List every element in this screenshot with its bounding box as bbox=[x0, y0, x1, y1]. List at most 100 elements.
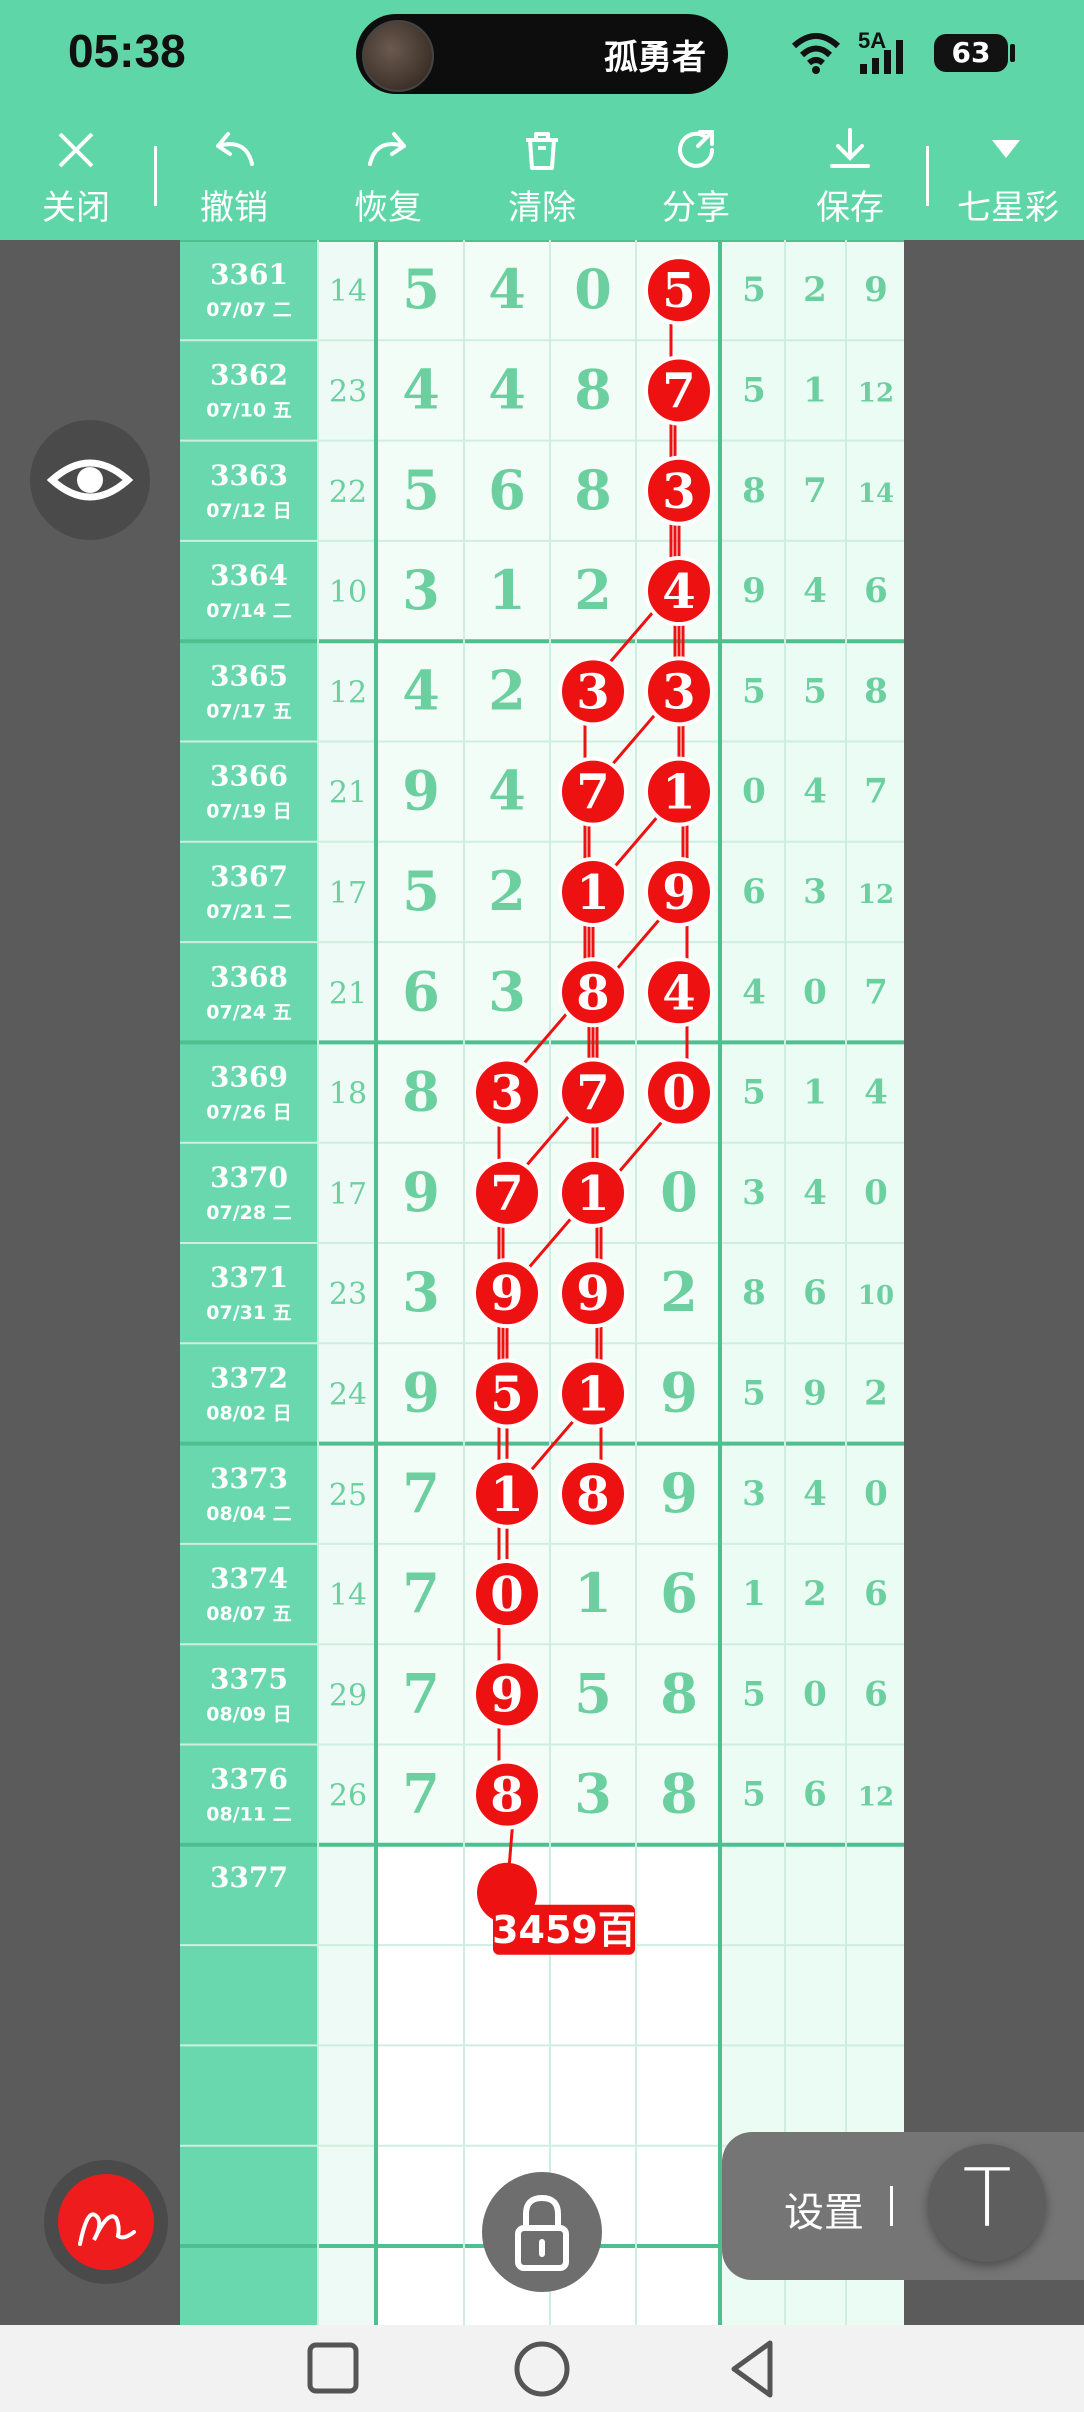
undo-button[interactable]: 撤销 bbox=[174, 110, 294, 240]
digit-cell: 1 bbox=[803, 370, 827, 410]
digit-cell: 6 bbox=[864, 1674, 888, 1714]
highlighted-digit: 0 bbox=[662, 1066, 695, 1122]
digit-cell: 7 bbox=[402, 1561, 440, 1625]
digit-cell: 4 bbox=[803, 1173, 827, 1213]
clear-button[interactable]: 清除 bbox=[482, 110, 602, 240]
issue-date: 08/09 日 bbox=[206, 1703, 291, 1725]
digit-cell: 9 bbox=[402, 1360, 440, 1424]
digit-cell: 7 bbox=[402, 1461, 440, 1525]
digit-cell: 5 bbox=[742, 1073, 766, 1113]
digit-cell: 5 bbox=[574, 1661, 612, 1725]
digit-cell: 3 bbox=[742, 1474, 766, 1514]
digit-cell: 2 bbox=[864, 1373, 888, 1413]
digit-cell: 1 bbox=[803, 1073, 827, 1113]
digit-cell: 9 bbox=[742, 571, 766, 611]
digit-cell: 4 bbox=[488, 759, 526, 823]
issue-date: 07/26 日 bbox=[206, 1102, 291, 1124]
trend-chart-grid: 336107/07 二14 5 4 0 5 5 2 9336207/10 五23 4 4 8 7 5 1 1… bbox=[180, 240, 904, 2325]
digit-cell: 5 bbox=[742, 671, 766, 711]
issue-number: 3362 bbox=[210, 358, 288, 391]
digit-cell: 3 bbox=[574, 1762, 612, 1826]
system-nav-bar bbox=[0, 2325, 1084, 2412]
digit-cell: 5 bbox=[742, 1674, 766, 1714]
redo-button[interactable]: 恢复 bbox=[328, 110, 448, 240]
highlighted-digit: 3 bbox=[662, 464, 695, 520]
trash-icon bbox=[526, 132, 558, 170]
digit-cell: 7 bbox=[402, 1762, 440, 1826]
digit-cell: 8 bbox=[742, 1273, 766, 1313]
close-icon bbox=[58, 132, 94, 168]
digit-cell: 8 bbox=[574, 458, 612, 522]
network-type: 5A bbox=[858, 28, 886, 53]
digit-cell: 2 bbox=[488, 658, 526, 722]
digit-cell: 5 bbox=[742, 1373, 766, 1413]
share-button[interactable]: 分享 bbox=[636, 110, 756, 240]
highlighted-digit: 5 bbox=[490, 1366, 523, 1422]
trend-chart[interactable]: 3361 07/07 二 14 5 4 0 5 5 2 9 3362 07/10 五 23 4 4 8 7 5 1 1… bbox=[180, 240, 904, 2325]
highlighted-digit: 7 bbox=[576, 1066, 609, 1122]
digit-cell: 9 bbox=[402, 759, 440, 823]
digit-cell: 9 bbox=[803, 1373, 827, 1413]
recents-button[interactable] bbox=[302, 2339, 362, 2399]
lock-icon bbox=[515, 2194, 569, 2271]
pen-color-swatch bbox=[58, 2174, 154, 2270]
close-button[interactable]: 关闭 bbox=[16, 110, 136, 240]
issue-date: 07/10 五 bbox=[206, 399, 291, 421]
digit-cell: 9 bbox=[402, 1160, 440, 1224]
text-tool-button[interactable]: T bbox=[928, 2144, 1046, 2262]
digit-cell: 7 bbox=[803, 471, 827, 511]
highlighted-digit: 7 bbox=[490, 1166, 523, 1222]
digit-cell: 5 bbox=[803, 671, 827, 711]
redo-icon bbox=[368, 132, 406, 166]
digit-cell: 4 bbox=[488, 357, 526, 421]
digit-cell: 9 bbox=[660, 1461, 698, 1525]
highlighted-digit: 4 bbox=[662, 564, 695, 620]
digit-cell: 6 bbox=[864, 1574, 888, 1614]
digit-cell: 4 bbox=[402, 357, 440, 421]
undo-icon bbox=[216, 132, 254, 166]
settings-button[interactable]: 设置 bbox=[784, 2180, 864, 2238]
sum-value: 23 bbox=[329, 1277, 367, 1312]
back-button[interactable] bbox=[722, 2339, 782, 2399]
pen-tool-button[interactable] bbox=[44, 2160, 168, 2284]
issue-date: 07/14 二 bbox=[206, 600, 291, 622]
sum-value: 14 bbox=[329, 274, 367, 309]
issue-number: 3368 bbox=[210, 960, 288, 993]
digit-cell: 2 bbox=[803, 1574, 827, 1614]
highlighted-digit: 4 bbox=[662, 965, 695, 1021]
digit-cell: 9 bbox=[660, 1360, 698, 1424]
sum-value: 25 bbox=[329, 1478, 367, 1513]
digit-cell: 0 bbox=[803, 1674, 827, 1714]
home-button[interactable] bbox=[512, 2339, 572, 2399]
digit-cell: 2 bbox=[803, 270, 827, 310]
digit-cell: 3 bbox=[402, 1260, 440, 1324]
digit-cell: 12 bbox=[858, 1783, 894, 1813]
status-bar: 05:38 孤勇者 5A 63 bbox=[0, 0, 1084, 110]
digit-cell: 6 bbox=[742, 872, 766, 912]
now-playing-pill[interactable]: 孤勇者 bbox=[356, 14, 728, 94]
lottery-selector[interactable]: 七星彩 bbox=[946, 110, 1070, 240]
sum-value: 22 bbox=[329, 475, 367, 510]
triangle-down-icon bbox=[992, 140, 1020, 158]
battery-indicator: 63 bbox=[934, 34, 1008, 72]
digit-cell: 1 bbox=[488, 558, 526, 622]
visibility-toggle-button[interactable] bbox=[30, 420, 150, 540]
issue-number: 3364 bbox=[210, 559, 288, 592]
highlighted-digit: 3 bbox=[576, 664, 609, 720]
sum-value: 17 bbox=[329, 1177, 367, 1212]
drawing-toolbar: 关闭 撤销 恢复 清除 分享 保存 七星彩 bbox=[0, 110, 1084, 240]
save-button[interactable]: 保存 bbox=[790, 110, 910, 240]
digit-cell: 1 bbox=[742, 1574, 766, 1614]
signal-icon: 5A bbox=[858, 28, 903, 74]
save-label: 保存 bbox=[816, 188, 884, 228]
highlighted-digit: 1 bbox=[576, 1166, 609, 1222]
digit-cell: 4 bbox=[402, 658, 440, 722]
digit-cell: 12 bbox=[858, 378, 894, 408]
clear-label: 清除 bbox=[508, 188, 576, 228]
lock-button[interactable] bbox=[482, 2172, 602, 2292]
settings-divider bbox=[890, 2186, 893, 2226]
highlighted-digit: 3 bbox=[490, 1066, 523, 1122]
digit-cell: 8 bbox=[402, 1060, 440, 1124]
highlighted-digit: 7 bbox=[662, 363, 695, 419]
issue-number: 3365 bbox=[210, 659, 288, 692]
